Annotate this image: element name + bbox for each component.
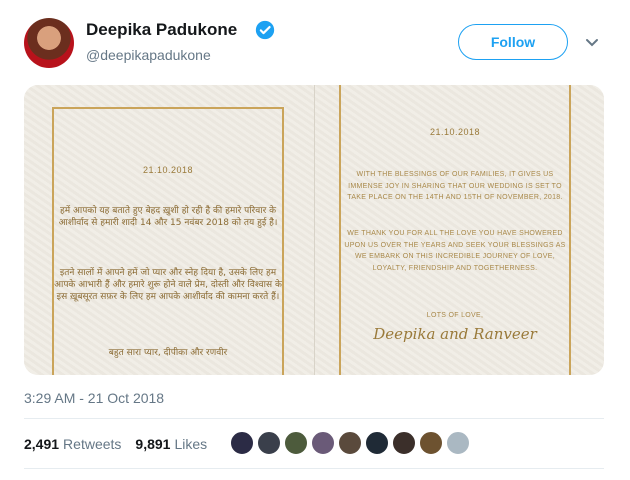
liker-avatar[interactable] bbox=[284, 431, 308, 455]
liker-avatar[interactable] bbox=[230, 431, 254, 455]
invitation-text: WE THANK YOU FOR ALL THE LOVE YOU HAVE S… bbox=[344, 230, 566, 272]
avatar[interactable] bbox=[24, 18, 74, 68]
invitation-card-hindi: 21.10.2018 हमें आपको यह बताते हुए बेहद ख… bbox=[24, 85, 314, 375]
divider bbox=[24, 468, 604, 469]
follow-button[interactable]: Follow bbox=[458, 24, 568, 60]
likes-label[interactable]: Likes bbox=[174, 436, 207, 452]
retweets-count[interactable]: 2,491 bbox=[24, 436, 59, 452]
liker-avatar[interactable] bbox=[365, 431, 389, 455]
liker-avatar[interactable] bbox=[419, 431, 443, 455]
invitation-signoff: LOTS OF LOVE, bbox=[426, 312, 484, 319]
user-name[interactable]: Deepika Padukone bbox=[86, 20, 237, 40]
tweet-timestamp[interactable]: 3:29 AM - 21 Oct 2018 bbox=[24, 390, 164, 406]
gold-frame bbox=[52, 107, 284, 375]
invitation-text: हमें आपको यह बताते हुए बेहद ख़ुशी हो रही… bbox=[58, 206, 278, 228]
liker-avatar[interactable] bbox=[392, 431, 416, 455]
user-handle[interactable]: @deepikapadukone bbox=[86, 47, 211, 63]
invitation-date: 21.10.2018 bbox=[429, 127, 481, 137]
liker-avatar[interactable] bbox=[338, 431, 362, 455]
invitation-card-english: 21.10.2018 WITH THE BLESSINGS OF OUR FAM… bbox=[314, 85, 604, 375]
liker-avatars bbox=[230, 431, 473, 455]
tweet-header: Deepika Padukone @deepikapadukone Follow bbox=[20, 14, 610, 70]
verified-badge-icon bbox=[255, 20, 275, 40]
divider bbox=[24, 418, 604, 419]
invitation-date: 21.10.2018 bbox=[142, 165, 194, 175]
retweets-label[interactable]: Retweets bbox=[63, 436, 121, 452]
liker-avatar[interactable] bbox=[311, 431, 335, 455]
likes-count[interactable]: 9,891 bbox=[135, 436, 170, 452]
signature: Deepika and Ranveer bbox=[373, 325, 537, 343]
invitation-text: इतने सालों में आपने हमें जो प्यार और स्न… bbox=[54, 268, 282, 302]
tweet-stats: 2,491 Retweets 9,891 Likes bbox=[24, 434, 221, 454]
tweet-image[interactable]: 21.10.2018 हमें आपको यह बताते हुए बेहद ख… bbox=[24, 85, 604, 375]
chevron-down-icon[interactable] bbox=[584, 34, 600, 50]
invitation-signoff: बहुत सारा प्यार, दीपीका और रणवीर bbox=[108, 348, 228, 358]
liker-avatar[interactable] bbox=[446, 431, 470, 455]
invitation-text: WITH THE BLESSINGS OF OUR FAMILIES, IT G… bbox=[347, 171, 563, 201]
liker-avatar[interactable] bbox=[257, 431, 281, 455]
